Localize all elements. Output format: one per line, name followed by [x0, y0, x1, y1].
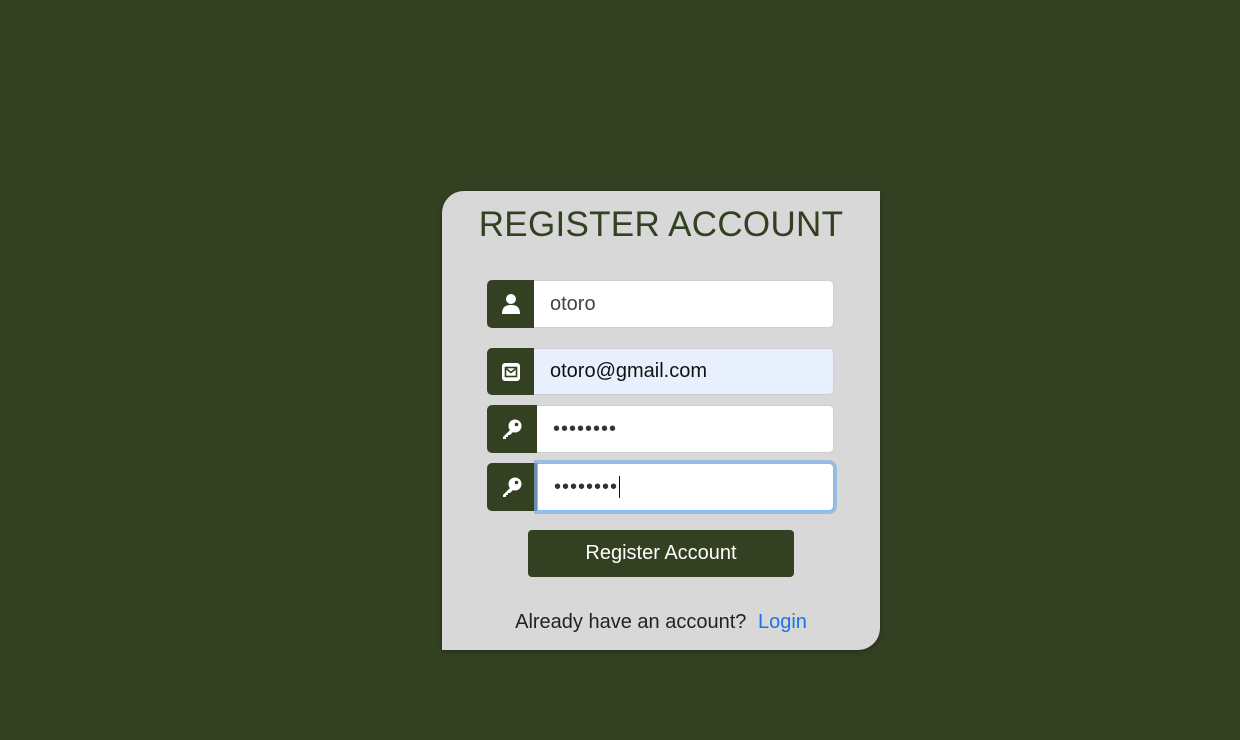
password-input[interactable]: •••••••• — [537, 405, 834, 453]
text-caret — [619, 476, 621, 498]
user-icon — [487, 280, 534, 328]
envelope-icon — [487, 348, 534, 395]
username-field-group: otoro — [487, 280, 834, 328]
key-icon — [487, 463, 537, 511]
confirm-password-input[interactable]: •••••••• — [537, 463, 834, 511]
email-input[interactable]: otoro@gmail.com — [534, 348, 834, 395]
key-icon — [487, 405, 537, 453]
login-prompt: Already have an account? Login — [442, 611, 880, 634]
password-value: •••••••• — [553, 417, 618, 440]
confirm-password-value: •••••••• — [554, 475, 619, 498]
login-prompt-text: Already have an account? — [515, 611, 747, 633]
password-field-group: •••••••• — [487, 405, 834, 453]
register-account-button[interactable]: Register Account — [528, 530, 794, 577]
email-value: otoro@gmail.com — [550, 360, 708, 382]
page-title: REGISTER ACCOUNT — [478, 205, 844, 244]
email-field-group: otoro@gmail.com — [487, 348, 834, 395]
username-value: otoro — [550, 292, 596, 315]
confirm-password-field-group: •••••••• — [487, 463, 834, 511]
register-card: REGISTER ACCOUNT otoro otoro@gmail.com •… — [442, 191, 880, 650]
login-link[interactable]: Login — [758, 611, 807, 633]
username-input[interactable]: otoro — [534, 280, 834, 328]
